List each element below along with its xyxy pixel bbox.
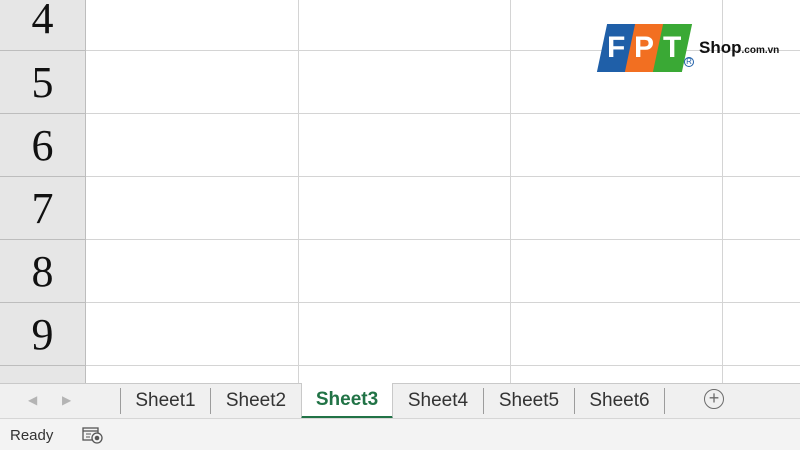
tab-sheet1[interactable]: Sheet1: [121, 384, 210, 418]
add-sheet-button[interactable]: +: [704, 389, 724, 409]
row-header-6[interactable]: 6: [0, 114, 86, 177]
status-bar: Ready: [0, 418, 800, 450]
row-number: 6: [31, 120, 54, 170]
fpt-shop-logo: F P T R Shop.com.vn: [596, 24, 798, 80]
row-header-10[interactable]: [0, 366, 86, 383]
tab-sheet3[interactable]: Sheet3: [301, 383, 393, 419]
grid-row-9[interactable]: [86, 303, 800, 366]
row-number: 7: [31, 183, 54, 233]
status-text: Ready: [10, 427, 54, 444]
scroll-tabs-right-icon[interactable]: ▶: [62, 393, 71, 407]
row-number: 4: [31, 0, 54, 43]
tab-sheet4[interactable]: Sheet4: [393, 384, 483, 418]
macro-recording-icon[interactable]: [82, 426, 104, 449]
row-header-8[interactable]: 8: [0, 240, 86, 303]
row-header-4[interactable]: 4: [0, 0, 86, 51]
tab-separator: [664, 388, 665, 414]
column-gridline: [298, 0, 299, 383]
grid-row-6[interactable]: [86, 114, 800, 177]
column-gridline: [510, 0, 511, 383]
tab-sheet5[interactable]: Sheet5: [484, 384, 574, 418]
scroll-tabs-left-icon[interactable]: ◀: [28, 393, 37, 407]
tab-sheet2[interactable]: Sheet2: [211, 384, 301, 418]
tab-sheet6[interactable]: Sheet6: [575, 384, 664, 418]
row-header-9[interactable]: 9: [0, 303, 86, 366]
grid-row-8[interactable]: [86, 240, 800, 303]
grid-row-7[interactable]: [86, 177, 800, 240]
registered-mark-icon: R: [684, 57, 694, 67]
row-header-5[interactable]: 5: [0, 51, 86, 114]
logo-shop-text: Shop.com.vn: [699, 38, 780, 57]
row-number: 9: [31, 309, 54, 359]
sheet-tab-bar: ◀ ▶ Sheet1 Sheet2 Sheet3 Sheet4 Sheet5 S…: [0, 383, 800, 419]
row-header-7[interactable]: 7: [0, 177, 86, 240]
row-number: 5: [31, 57, 54, 107]
row-number: 8: [31, 246, 54, 296]
